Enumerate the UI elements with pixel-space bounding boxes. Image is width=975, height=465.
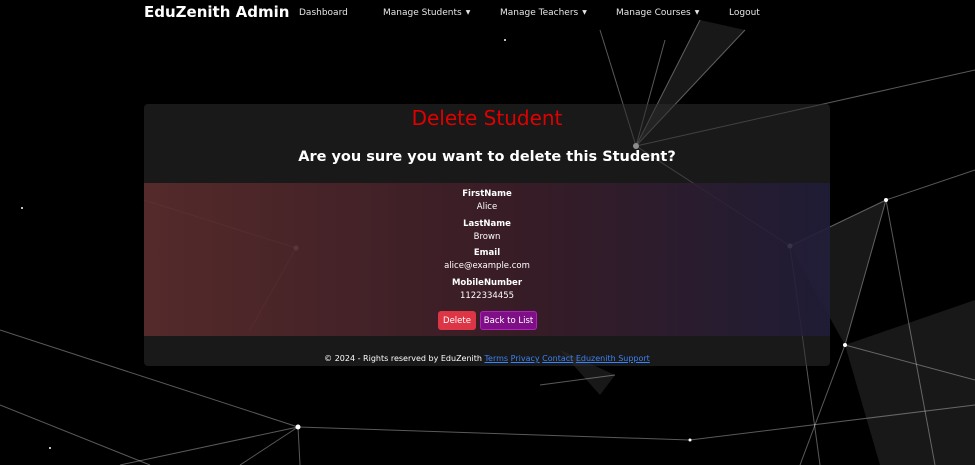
delete-confirmation-card: Delete Student Are you sure you want to … [144,104,830,366]
nav-item-logout[interactable]: Logout [729,8,760,18]
nav-label: Dashboard [299,8,348,18]
field-value-firstname: Alice [476,202,498,212]
footer-copyright: © 2024 - Rights reserved by EduZenith [324,354,482,363]
back-to-list-button[interactable]: Back to List [480,311,537,330]
field-value-lastname: Brown [473,232,501,242]
footer-link-contact[interactable]: Contact [542,354,573,363]
caret-down-icon: ▼ [465,9,471,16]
caret-down-icon: ▼ [694,9,700,16]
page-title: Delete Student [411,106,563,130]
field-value-mobilenumber: 1122334455 [459,291,515,301]
footer-link-support[interactable]: Eduzenith Support [576,354,650,363]
nav-item-manage-teachers[interactable]: Manage Teachers ▼ [500,8,587,18]
nav-label: Manage Teachers [500,8,579,18]
footer-link-terms[interactable]: Terms [485,354,509,363]
brand-logo-text[interactable]: EduZenith Admin [144,3,289,21]
field-label-firstname: FirstName [462,189,512,199]
nav-label: Logout [729,8,760,18]
confirmation-question: Are you sure you want to delete this Stu… [298,149,676,165]
footer-link-privacy[interactable]: Privacy [511,354,540,363]
field-label-lastname: LastName [463,219,511,229]
top-navbar: EduZenith Admin Dashboard Manage Student… [0,0,975,28]
field-value-email: alice@example.com [444,261,530,271]
nav-item-manage-students[interactable]: Manage Students ▼ [383,8,470,18]
page-footer: © 2024 - Rights reserved by EduZenith Te… [144,354,830,363]
nav-item-manage-courses[interactable]: Manage Courses ▼ [616,8,699,18]
field-label-email: Email [473,248,501,258]
caret-down-icon: ▼ [582,9,587,16]
field-label-mobilenumber: MobileNumber [451,278,523,288]
delete-button[interactable]: Delete [438,311,476,330]
nav-item-dashboard[interactable]: Dashboard [299,8,348,18]
nav-label: Manage Students [383,8,462,18]
nav-label: Manage Courses [616,8,691,18]
